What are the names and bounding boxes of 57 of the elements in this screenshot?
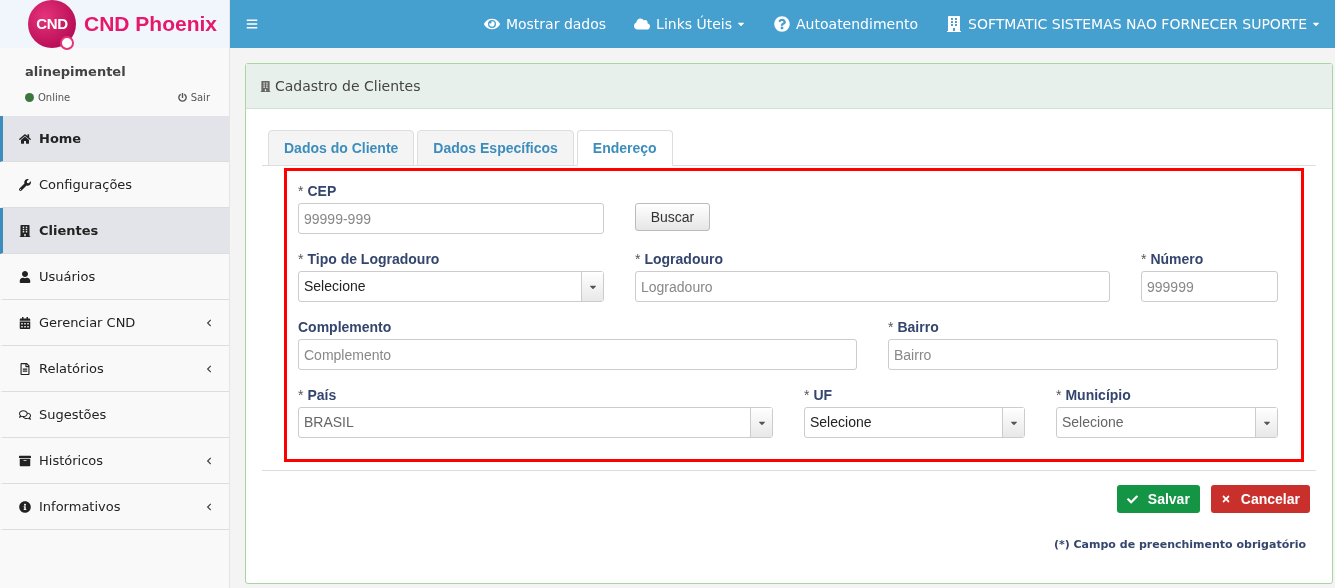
archive-icon xyxy=(19,454,31,467)
select-field[interactable]: Selecione xyxy=(804,407,1025,438)
field-label: * Tipo de Logradouro xyxy=(298,250,441,269)
text-field[interactable]: Bairro xyxy=(888,339,1278,370)
search-button[interactable]: Buscar xyxy=(635,203,710,231)
sidebar-item[interactable]: Gerenciar CND xyxy=(0,300,229,346)
building-icon xyxy=(19,224,31,237)
field-label: Complemento xyxy=(298,318,393,337)
field-label: * Número xyxy=(1141,250,1205,269)
field-label: * UF xyxy=(804,386,834,405)
text-field[interactable]: Logradouro xyxy=(635,271,1110,302)
user-name: alinepimentel xyxy=(25,63,127,81)
sidebar-item[interactable]: Home xyxy=(0,116,229,162)
sidebar-item[interactable]: Clientes xyxy=(0,208,229,254)
building-icon xyxy=(946,16,963,32)
select-field[interactable]: Selecione xyxy=(298,271,604,302)
logo-badge: CND xyxy=(28,0,76,48)
text-field[interactable]: 99999-999 xyxy=(298,203,604,234)
close-icon xyxy=(1220,494,1231,504)
power-icon xyxy=(177,92,187,102)
field-label: * País xyxy=(298,386,338,405)
sidebar-item[interactable]: Sugestões xyxy=(0,392,229,438)
calendar-icon xyxy=(19,316,31,329)
building-icon xyxy=(260,80,271,92)
sidebar-item[interactable]: Informativos xyxy=(0,484,229,530)
chevron-icon xyxy=(205,456,213,465)
cancel-button[interactable]: Cancelar xyxy=(1210,485,1310,513)
help-icon xyxy=(774,16,791,32)
sidebar-item[interactable]: Históricos xyxy=(0,438,229,484)
status-text: Online xyxy=(38,90,71,105)
chevron-icon xyxy=(205,318,213,327)
home-icon xyxy=(19,132,31,145)
save-button[interactable]: Salvar xyxy=(1116,485,1200,513)
panel-title: Cadastro de Clientes xyxy=(275,76,421,96)
chat-icon xyxy=(19,408,31,421)
required-note: (*) Campo de preenchimento obrigatório xyxy=(1053,537,1306,553)
cloud-icon xyxy=(634,16,651,32)
sidebar-item[interactable]: Relatórios xyxy=(0,346,229,392)
menu-icon[interactable] xyxy=(246,18,258,30)
eye-icon xyxy=(483,16,500,32)
app-title: CND Phoenix xyxy=(84,11,217,38)
chevron-icon xyxy=(205,364,213,373)
logout-link[interactable]: Sair xyxy=(177,89,210,105)
chevron-icon xyxy=(205,502,213,511)
sidebar-item[interactable]: Usuários xyxy=(0,254,229,300)
wrench-icon xyxy=(19,178,31,191)
text-field[interactable]: 999999 xyxy=(1141,271,1278,302)
tab[interactable]: Endereço xyxy=(576,130,673,166)
document-icon xyxy=(19,362,31,375)
check-icon xyxy=(1126,493,1138,505)
user-icon xyxy=(19,270,31,283)
info-icon xyxy=(19,500,31,513)
field-label: * Município xyxy=(1056,386,1132,405)
field-label: * Bairro xyxy=(888,318,940,337)
field-label: * Logradouro xyxy=(635,250,724,269)
field-label: * CEP xyxy=(298,182,338,201)
text-field[interactable]: Complemento xyxy=(298,339,857,370)
